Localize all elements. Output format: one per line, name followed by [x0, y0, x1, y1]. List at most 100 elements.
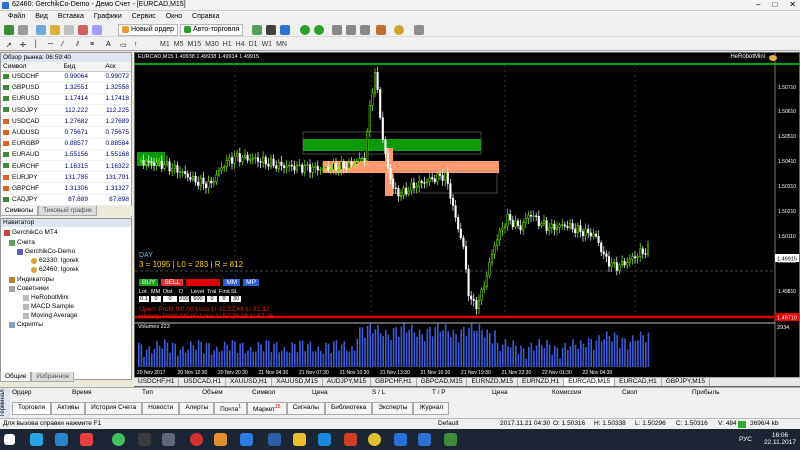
- chart-tab[interactable]: USDCHF,H1: [134, 378, 180, 386]
- text-icon[interactable]: A: [106, 41, 111, 48]
- taskbar-app-1-icon[interactable]: [30, 433, 43, 446]
- market-watch-row[interactable]: USDCHF 0.99064 0.99072: [1, 71, 131, 83]
- tab-common[interactable]: Общие: [0, 372, 32, 382]
- candles-icon[interactable]: [266, 24, 276, 35]
- chart-tab[interactable]: GBPJPY,M15: [662, 378, 710, 386]
- cursor-icon[interactable]: ➚: [6, 41, 12, 49]
- chart-tab[interactable]: GBPCAD,M15: [417, 378, 468, 386]
- tf-m15[interactable]: M15: [185, 41, 203, 48]
- taskbar-app-12-icon[interactable]: [394, 433, 407, 446]
- taskbar-chrome-icon[interactable]: [368, 433, 381, 446]
- menu-file[interactable]: Файл: [4, 13, 29, 20]
- param-value[interactable]: 0.1: [139, 296, 149, 302]
- lang-indicator[interactable]: РУС: [739, 436, 752, 443]
- tf-d1[interactable]: D1: [247, 41, 260, 48]
- autoscroll-icon[interactable]: [346, 24, 356, 35]
- menu-insert[interactable]: Вставка: [54, 13, 88, 20]
- terminal-column[interactable]: T / P: [432, 389, 492, 399]
- line-chart-icon[interactable]: [280, 24, 290, 35]
- taskbar-app-2-icon[interactable]: [55, 433, 68, 446]
- terminal-column[interactable]: Символ: [252, 389, 312, 399]
- sell-button[interactable]: SELL: [161, 279, 184, 286]
- shift-icon[interactable]: [360, 24, 370, 35]
- param-value[interactable]: 0: [207, 296, 217, 302]
- terminal-column[interactable]: Прибыль: [692, 389, 782, 399]
- terminal-tab[interactable]: Алерты: [179, 402, 215, 416]
- nav-scripts[interactable]: Скрипты: [9, 321, 43, 328]
- menu-window[interactable]: Окно: [162, 13, 186, 20]
- terminal-tab[interactable]: Маркет15: [247, 402, 287, 416]
- nav-account-2[interactable]: 62460: Igorek: [31, 266, 79, 273]
- nav-accounts[interactable]: Счета: [9, 239, 35, 246]
- channel-icon[interactable]: ⫽: [76, 41, 79, 49]
- market-watch-row[interactable]: GBPCHF 1.31306 1.31327: [1, 182, 131, 195]
- taskbar-mt4-icon[interactable]: [444, 433, 457, 446]
- taskbar-app-9-icon[interactable]: [240, 433, 253, 446]
- market-watch-row[interactable]: EURJPY 131.785 131.791: [1, 171, 131, 184]
- terminal-tab[interactable]: Эксперты: [372, 402, 414, 416]
- chart-tab[interactable]: AUDJPY,M15: [323, 378, 372, 386]
- autotrade-button[interactable]: Авто-торговля: [180, 23, 244, 36]
- start-icon[interactable]: [4, 434, 15, 445]
- mp-button[interactable]: MP: [243, 279, 259, 286]
- nav-advisor-herobotmini[interactable]: HeRobotMini: [23, 294, 69, 301]
- bar-chart-icon[interactable]: [252, 24, 262, 35]
- nav-account-1[interactable]: 62330: Igorek: [31, 257, 79, 264]
- taskbar-app-3-icon[interactable]: [80, 433, 93, 446]
- menu-help[interactable]: Справка: [188, 13, 223, 20]
- chart-tab[interactable]: EURCAD,H1: [615, 378, 662, 386]
- param-value[interactable]: 30: [231, 296, 241, 302]
- terminal-tab[interactable]: Сигналы: [286, 402, 325, 416]
- col-bid[interactable]: Бид: [49, 62, 90, 72]
- terminal-column[interactable]: Комиссия: [552, 389, 622, 399]
- param-value[interactable]: 500: [191, 296, 205, 302]
- tf-h4[interactable]: H4: [234, 41, 247, 48]
- tf-mn[interactable]: MN: [274, 41, 289, 48]
- market-watch-row[interactable]: AUDUSD 0.75671 0.75675: [1, 126, 131, 139]
- terminal-icon[interactable]: [78, 24, 88, 35]
- chart-tab[interactable]: GBPCHF,H1: [371, 378, 417, 386]
- terminal-column[interactable]: Тип: [142, 389, 202, 399]
- menu-tools[interactable]: Сервис: [128, 13, 160, 20]
- indicators-icon[interactable]: [376, 24, 386, 35]
- zoom-in-icon[interactable]: [300, 24, 310, 35]
- tester-icon[interactable]: [92, 24, 102, 35]
- param-value[interactable]: 200: [179, 296, 189, 302]
- nav-root[interactable]: GerchikCo MT4: [4, 229, 58, 236]
- terminal-tab[interactable]: История Счета: [85, 402, 143, 416]
- terminal-tab[interactable]: Активы: [51, 402, 86, 416]
- fibo-icon[interactable]: ≡: [90, 41, 94, 48]
- maximize-icon[interactable]: □: [772, 0, 777, 9]
- market-watch-row[interactable]: EURCHF 1.16315 1.16322: [1, 160, 131, 173]
- horizontal-line-icon[interactable]: ─: [48, 41, 53, 48]
- nav-indicators[interactable]: Индикаторы: [9, 276, 54, 283]
- market-watch-icon[interactable]: [36, 24, 46, 35]
- terminal-column[interactable]: S / L: [372, 389, 432, 399]
- tab-symbols[interactable]: Символы: [0, 206, 39, 216]
- taskbar-app-13-icon[interactable]: [418, 433, 431, 446]
- new-order-button[interactable]: Новый ордер: [118, 23, 179, 36]
- new-chart-icon[interactable]: [4, 24, 14, 35]
- data-window-icon[interactable]: [50, 24, 60, 35]
- taskbar-app-8-icon[interactable]: [214, 433, 227, 446]
- market-watch-row[interactable]: GBPUSD 1.32551 1.32558: [1, 82, 131, 94]
- menu-charts[interactable]: Графики: [90, 13, 126, 20]
- nav-advisor-macd[interactable]: MACD Sample: [23, 303, 74, 310]
- taskbar-app-6-icon[interactable]: [162, 433, 175, 446]
- chart-window[interactable]: 1.50710 1.50610 1.50510 1.50410 1.50310 1.502…: [134, 52, 800, 387]
- terminal-tab[interactable]: Почта1: [214, 402, 247, 416]
- nav-server[interactable]: GerchikCo-Demo: [17, 248, 75, 255]
- market-watch-row[interactable]: EURAUD 1.55156 1.55168: [1, 149, 131, 162]
- tf-m30[interactable]: M30: [203, 41, 221, 48]
- terminal-column[interactable]: Цена: [312, 389, 372, 399]
- terminal-column[interactable]: Время: [72, 389, 142, 399]
- market-watch-row[interactable]: USDCAD 1.27682 1.27689: [1, 115, 131, 128]
- param-value[interactable]: 0: [151, 296, 161, 302]
- param-value[interactable]: 0: [163, 296, 177, 302]
- tab-tick-chart[interactable]: Тиковый график: [38, 206, 97, 216]
- tf-w1[interactable]: W1: [260, 41, 275, 48]
- taskbar-folder-icon[interactable]: [293, 433, 306, 446]
- nav-advisor-ma[interactable]: Moving Average: [23, 312, 78, 319]
- chart-tab[interactable]: XAUUSD,H1: [226, 378, 273, 386]
- close-icon[interactable]: ✕: [789, 0, 796, 9]
